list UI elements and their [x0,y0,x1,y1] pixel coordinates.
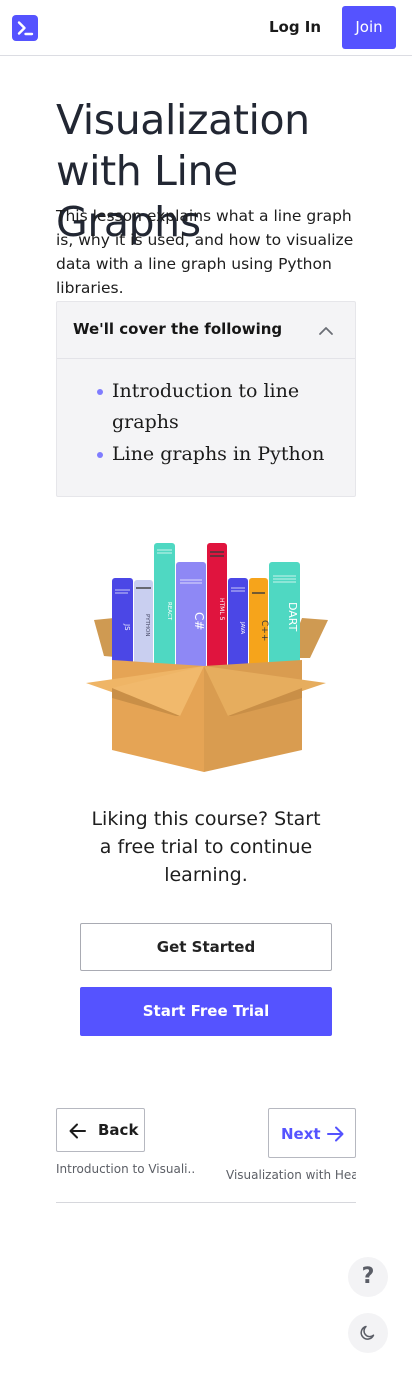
book-label-js: JS [123,623,131,631]
get-started-button[interactable]: Get Started [80,923,332,971]
back-button-label: Back [98,1121,139,1139]
next-lesson-title[interactable]: Visualization with Hea... [226,1168,356,1182]
question-icon: ? [361,1264,375,1289]
join-button[interactable]: Join [342,6,396,49]
coverage-accordion-header[interactable]: We'll cover the following [57,302,355,359]
chevron-up-icon[interactable] [318,323,334,339]
moon-icon [360,1325,375,1340]
bullet-icon [97,452,103,458]
coverage-list-item[interactable]: Line graphs in Python [57,439,355,470]
coverage-list: Introduction to line graphs Line graphs … [57,376,355,471]
next-button-label: Next [281,1125,321,1143]
book-label-python: PYTHON [144,614,150,637]
book-label-react: REACT [166,602,172,621]
lesson-description: This lesson explains what a line graph i… [56,207,354,297]
coverage-item-label: Line graphs in Python [112,443,325,465]
login-button[interactable]: Log In [258,6,332,49]
books-in-box-illustration: JS PYTHON REACT C# HTML 5 JAVA C++ DART [86,543,328,772]
coverage-list-item[interactable]: Introduction to line graphs [57,376,355,438]
promo-text: Liking this course? Start a free trial t… [91,808,321,886]
previous-lesson-title[interactable]: Introduction to Visuali... [56,1162,196,1176]
arrow-left-icon [69,1123,86,1139]
top-nav-bar: Log In Join [0,0,412,56]
start-free-trial-button[interactable]: Start Free Trial [80,987,332,1036]
back-button[interactable]: Back [56,1108,145,1152]
coverage-accordion: We'll cover the following Introduction t… [56,301,356,497]
section-divider [56,1202,356,1203]
book-label-csharp: C# [192,612,206,630]
arrow-right-icon [327,1126,344,1142]
book-label-java: JAVA [239,621,245,634]
theme-toggle-button[interactable] [348,1313,388,1353]
coverage-heading: We'll cover the following [73,320,283,338]
coverage-item-label: Introduction to line graphs [112,380,300,433]
book-label-cpp: C++ [259,620,269,641]
help-button[interactable]: ? [348,1257,388,1297]
book-label-dart: DART [286,602,299,632]
bullet-icon [97,389,103,395]
next-button[interactable]: Next [268,1108,356,1158]
book-label-html5: HTML 5 [218,598,225,621]
terminal-icon[interactable] [12,15,38,41]
